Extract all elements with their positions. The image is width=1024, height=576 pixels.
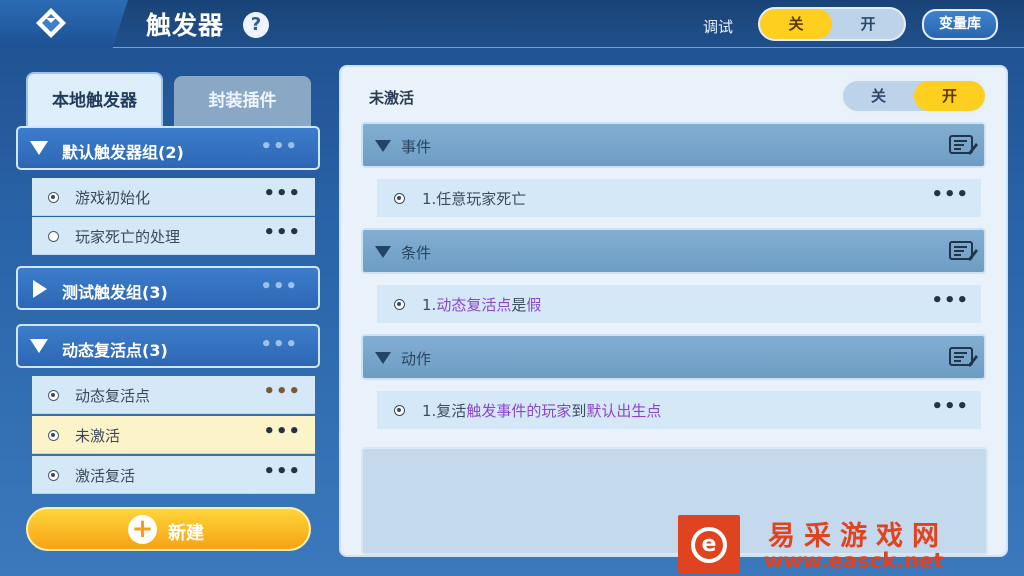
action-entry[interactable]: 1.复活触发事件的玩家到默认出生点 ••• — [377, 391, 981, 429]
event-entry[interactable]: 1.任意玩家死亡 ••• — [377, 179, 981, 217]
more-icon[interactable]: ••• — [263, 381, 301, 402]
debug-toggle-off[interactable]: 关 — [760, 9, 832, 39]
more-icon[interactable]: ••• — [931, 184, 969, 205]
radio-icon — [394, 193, 405, 204]
radio-icon — [394, 405, 405, 416]
plus-icon: + — [128, 515, 157, 544]
item-label: 玩家死亡的处理 — [75, 228, 181, 246]
section-label: 条件 — [401, 244, 432, 262]
chevron-down-icon — [375, 352, 391, 364]
watermark-name: 易采游戏网 — [768, 521, 948, 552]
tab-local-triggers[interactable]: 本地触发器 — [26, 72, 163, 126]
chevron-down-icon — [30, 339, 48, 353]
radio-icon — [48, 390, 59, 401]
watermark-url: www.easck.net — [764, 549, 944, 573]
condition-entry[interactable]: 1.动态复活点是假 ••• — [377, 285, 981, 323]
trigger-group-respawn[interactable]: 动态复活点(3) ••• — [16, 324, 320, 368]
list-item-selected[interactable]: 未激活 ••• — [32, 416, 315, 454]
section-condition[interactable]: 条件 — [361, 228, 986, 274]
radio-icon — [48, 470, 59, 481]
list-item[interactable]: 激活复活 ••• — [32, 456, 315, 494]
list-item[interactable]: 玩家死亡的处理 ••• — [32, 217, 315, 255]
new-button-label: 新建 — [168, 523, 204, 544]
more-icon[interactable]: ••• — [260, 276, 298, 297]
list-item[interactable]: 动态复活点 ••• — [32, 376, 315, 414]
watermark-logo-icon: e — [691, 527, 727, 563]
section-action[interactable]: 动作 — [361, 334, 986, 380]
entry-text: 1.任意玩家死亡 — [422, 190, 527, 208]
group-label: 动态复活点(3) — [62, 341, 168, 360]
trigger-list: 默认触发器组(2) ••• 游戏初始化 ••• 玩家死亡的处理 ••• 测试触发… — [16, 126, 320, 498]
chevron-down-icon — [375, 246, 391, 258]
tab-packaged-plugins[interactable]: 封装插件 — [174, 76, 311, 126]
more-icon[interactable]: ••• — [931, 396, 969, 417]
more-icon[interactable]: ••• — [263, 183, 301, 204]
debug-toggle-on[interactable]: 开 — [832, 9, 904, 39]
edit-list-icon[interactable] — [948, 345, 978, 369]
question-icon[interactable]: ? — [243, 12, 269, 38]
debug-label: 调试 — [703, 18, 734, 36]
section-event[interactable]: 事件 — [361, 122, 986, 168]
app-logo-icon — [36, 8, 66, 38]
trigger-group-test[interactable]: 测试触发组(3) ••• — [16, 266, 320, 310]
entry-text: 1.动态复活点是假 — [422, 296, 542, 314]
trigger-editor-panel: 未激活 关 开 事件 1.任意玩家死亡 ••• 条件 1.动态复活点是假 •••… — [339, 65, 1008, 557]
edit-list-icon[interactable] — [948, 239, 978, 263]
more-icon[interactable]: ••• — [931, 290, 969, 311]
entry-text: 1.复活触发事件的玩家到默认出生点 — [422, 402, 662, 420]
item-label: 激活复活 — [75, 467, 136, 485]
chevron-down-icon — [375, 140, 391, 152]
variables-button[interactable]: 变量库 — [922, 9, 998, 40]
page-title: 触发器 — [146, 11, 225, 40]
trigger-toggle-on[interactable]: 开 — [914, 81, 985, 111]
radio-icon — [48, 430, 59, 441]
group-label: 默认触发器组(2) — [62, 143, 184, 162]
section-label: 事件 — [401, 138, 432, 156]
chevron-down-icon — [30, 141, 48, 155]
debug-toggle[interactable]: 关 开 — [758, 7, 906, 41]
item-label: 未激活 — [75, 427, 121, 445]
section-label: 动作 — [401, 350, 432, 368]
group-label: 测试触发组(3) — [62, 283, 168, 302]
top-bar: 触发器 ? 调试 关 开 变量库 — [0, 0, 1024, 48]
item-label: 游戏初始化 — [75, 189, 151, 207]
radio-icon — [48, 231, 59, 242]
new-trigger-button[interactable]: + 新建 — [26, 507, 311, 551]
list-item[interactable]: 游戏初始化 ••• — [32, 178, 315, 216]
radio-icon — [48, 192, 59, 203]
more-icon[interactable]: ••• — [260, 334, 298, 355]
more-icon[interactable]: ••• — [260, 136, 298, 157]
item-label: 动态复活点 — [75, 387, 151, 405]
chevron-right-icon — [33, 280, 47, 298]
more-icon[interactable]: ••• — [263, 222, 301, 243]
trigger-group-default[interactable]: 默认触发器组(2) ••• — [16, 126, 320, 170]
trigger-enable-toggle[interactable]: 关 开 — [841, 79, 987, 113]
more-icon[interactable]: ••• — [263, 461, 301, 482]
edit-list-icon[interactable] — [948, 133, 978, 157]
trigger-toggle-off[interactable]: 关 — [843, 81, 914, 111]
watermark-logo: e — [678, 515, 740, 573]
more-icon[interactable]: ••• — [263, 421, 301, 442]
radio-icon — [394, 299, 405, 310]
trigger-name: 未激活 — [369, 89, 415, 107]
